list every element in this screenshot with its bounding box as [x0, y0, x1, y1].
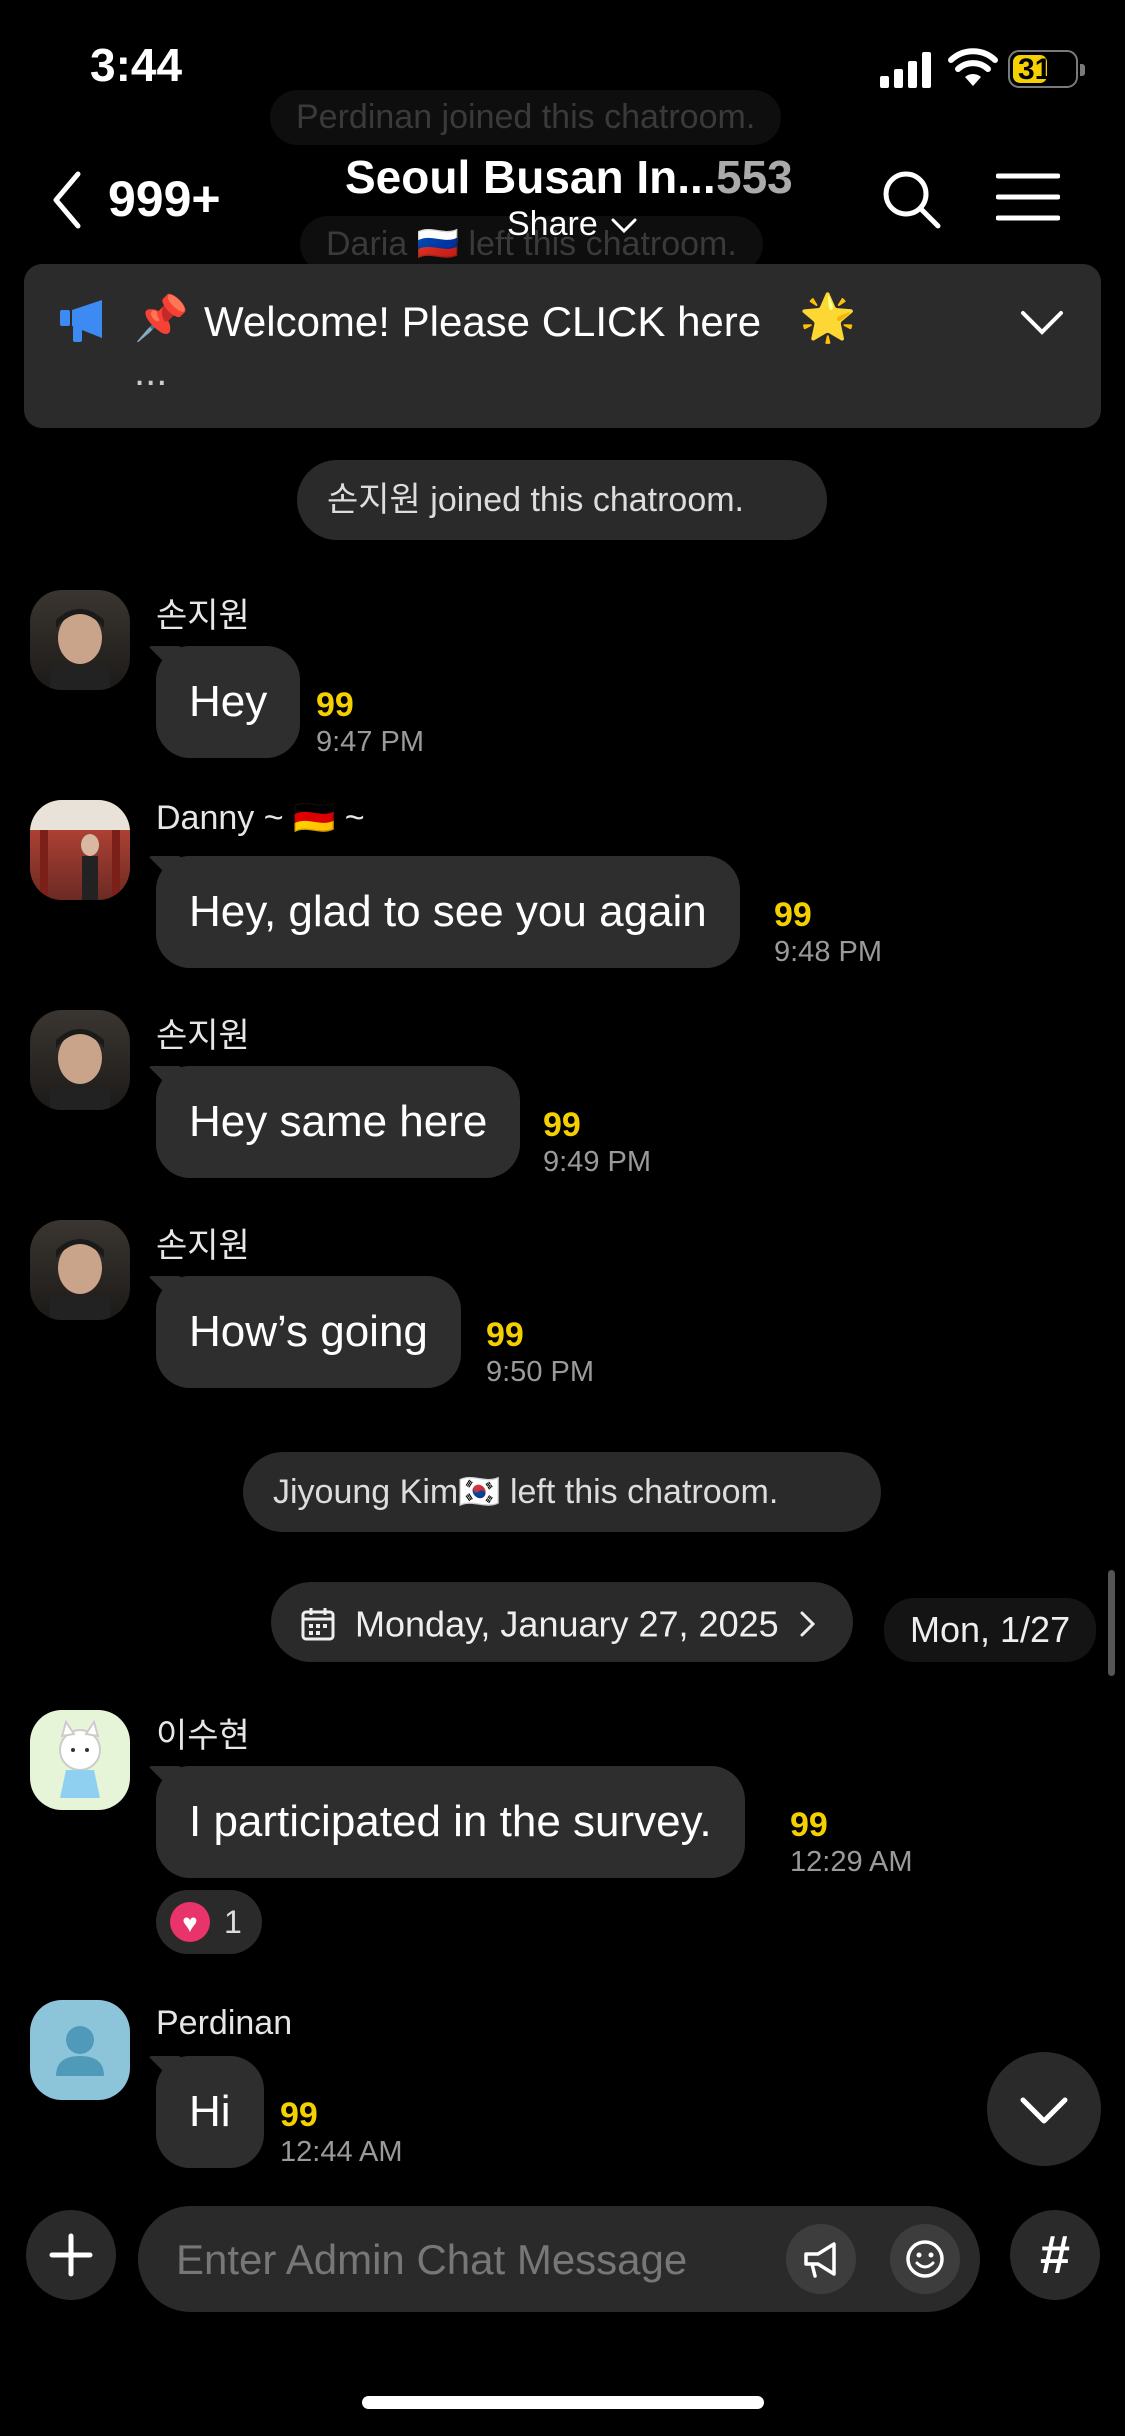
sender-name: 이수현 — [156, 1717, 250, 1755]
member-count[interactable]: 553 — [716, 150, 793, 204]
scrollbar[interactable] — [1108, 1570, 1115, 1676]
star-emoji: 🌟 — [799, 291, 857, 343]
message-bubble[interactable]: Hey — [156, 646, 301, 758]
chevron-right-icon — [800, 1611, 815, 1637]
message-time: 9:47 PM — [316, 726, 424, 758]
back-arrow-icon[interactable] — [48, 170, 88, 230]
calendar-icon — [301, 1608, 335, 1641]
system-message-left: Jiyoung Kim🇰🇷 left this chatroom. — [243, 1452, 881, 1532]
chevron-down-icon — [1020, 2097, 1068, 2124]
battery-indicator: 31 — [1008, 50, 1085, 88]
announce-icon — [804, 2242, 836, 2278]
cellular-signal-icon — [880, 52, 931, 88]
background-system-message: Perdinan joined this chatroom. — [270, 90, 782, 145]
avatar[interactable] — [30, 1010, 130, 1110]
message-bubble[interactable]: Hi — [156, 2056, 264, 2168]
date-divider[interactable]: Monday, January 27, 2025 — [271, 1582, 853, 1662]
search-icon[interactable] — [880, 168, 942, 230]
message-input-container — [138, 2206, 980, 2314]
unread-count: 99 — [486, 1316, 524, 1354]
message-bubble[interactable]: I participated in the survey. — [156, 1766, 745, 1878]
battery-level: 31 — [1018, 53, 1052, 86]
avatar[interactable] — [30, 800, 130, 900]
message-time: 9:50 PM — [486, 1356, 594, 1388]
plus-icon — [49, 2233, 93, 2277]
unread-count: 99 — [280, 2096, 318, 2134]
megaphone-icon — [60, 300, 102, 342]
menu-icon[interactable] — [996, 172, 1060, 222]
message-time: 12:29 AM — [790, 1846, 913, 1878]
avatar[interactable] — [30, 1710, 130, 1810]
unread-count: 99 — [316, 686, 354, 724]
sender-name: Danny ~ 🇩🇪 ~ — [156, 799, 365, 837]
notice-ellipsis: ... — [134, 350, 168, 394]
chevron-down-icon — [611, 218, 637, 234]
unread-count: 99 — [543, 1106, 581, 1144]
message-bubble[interactable]: Hey, glad to see you again — [156, 856, 740, 968]
unread-count: 99 — [790, 1806, 828, 1844]
reaction-badge[interactable]: ♥ 1 — [156, 1890, 262, 1954]
hash-button[interactable]: # — [1010, 2210, 1100, 2300]
date-divider-label: Monday, January 27, 2025 — [355, 1603, 779, 1645]
back-unread-count[interactable]: 999+ — [108, 170, 221, 228]
chevron-down-icon[interactable] — [1020, 308, 1064, 338]
sender-name: Perdinan — [156, 2004, 293, 2042]
hash-icon: # — [1039, 2225, 1071, 2285]
scroll-to-bottom-button[interactable] — [987, 2052, 1101, 2166]
message-bubble[interactable]: How’s going — [156, 1276, 461, 1388]
sender-name: 손지원 — [156, 597, 250, 635]
announce-button[interactable] — [786, 2224, 856, 2294]
message-bubble[interactable]: Hey same here — [156, 1066, 521, 1178]
notice-text: Welcome! Please CLICK here — [204, 298, 762, 345]
avatar[interactable] — [30, 2000, 130, 2100]
sender-name: 손지원 — [156, 1017, 250, 1055]
heart-icon: ♥ — [170, 1902, 210, 1942]
avatar[interactable] — [30, 1220, 130, 1320]
pin-emoji: 📌 — [134, 294, 189, 343]
notice-banner[interactable]: 📌 Welcome! Please CLICK here 🌟 ... — [24, 264, 1101, 428]
sender-name: 손지원 — [156, 1227, 250, 1265]
message-time: 12:44 AM — [280, 2136, 403, 2168]
system-message-joined: 손지원 joined this chatroom. — [297, 460, 827, 540]
date-scroll-tag: Mon, 1/27 — [884, 1598, 1097, 1662]
share-label: Share — [507, 205, 598, 243]
share-button[interactable]: Share — [507, 205, 637, 244]
message-time: 9:49 PM — [543, 1146, 651, 1178]
avatar[interactable] — [30, 590, 130, 690]
emoji-button[interactable] — [890, 2224, 960, 2294]
status-time: 3:44 — [90, 39, 183, 91]
message-input[interactable] — [174, 2206, 778, 2314]
attach-button[interactable] — [26, 2210, 116, 2300]
wifi-icon — [948, 48, 998, 86]
chatroom-title[interactable]: Seoul Busan In... — [345, 150, 716, 204]
unread-count: 99 — [774, 896, 812, 934]
reaction-count: 1 — [224, 1904, 242, 1940]
emoji-icon — [906, 2240, 944, 2278]
message-time: 9:48 PM — [774, 936, 882, 968]
home-indicator[interactable] — [362, 2396, 764, 2409]
